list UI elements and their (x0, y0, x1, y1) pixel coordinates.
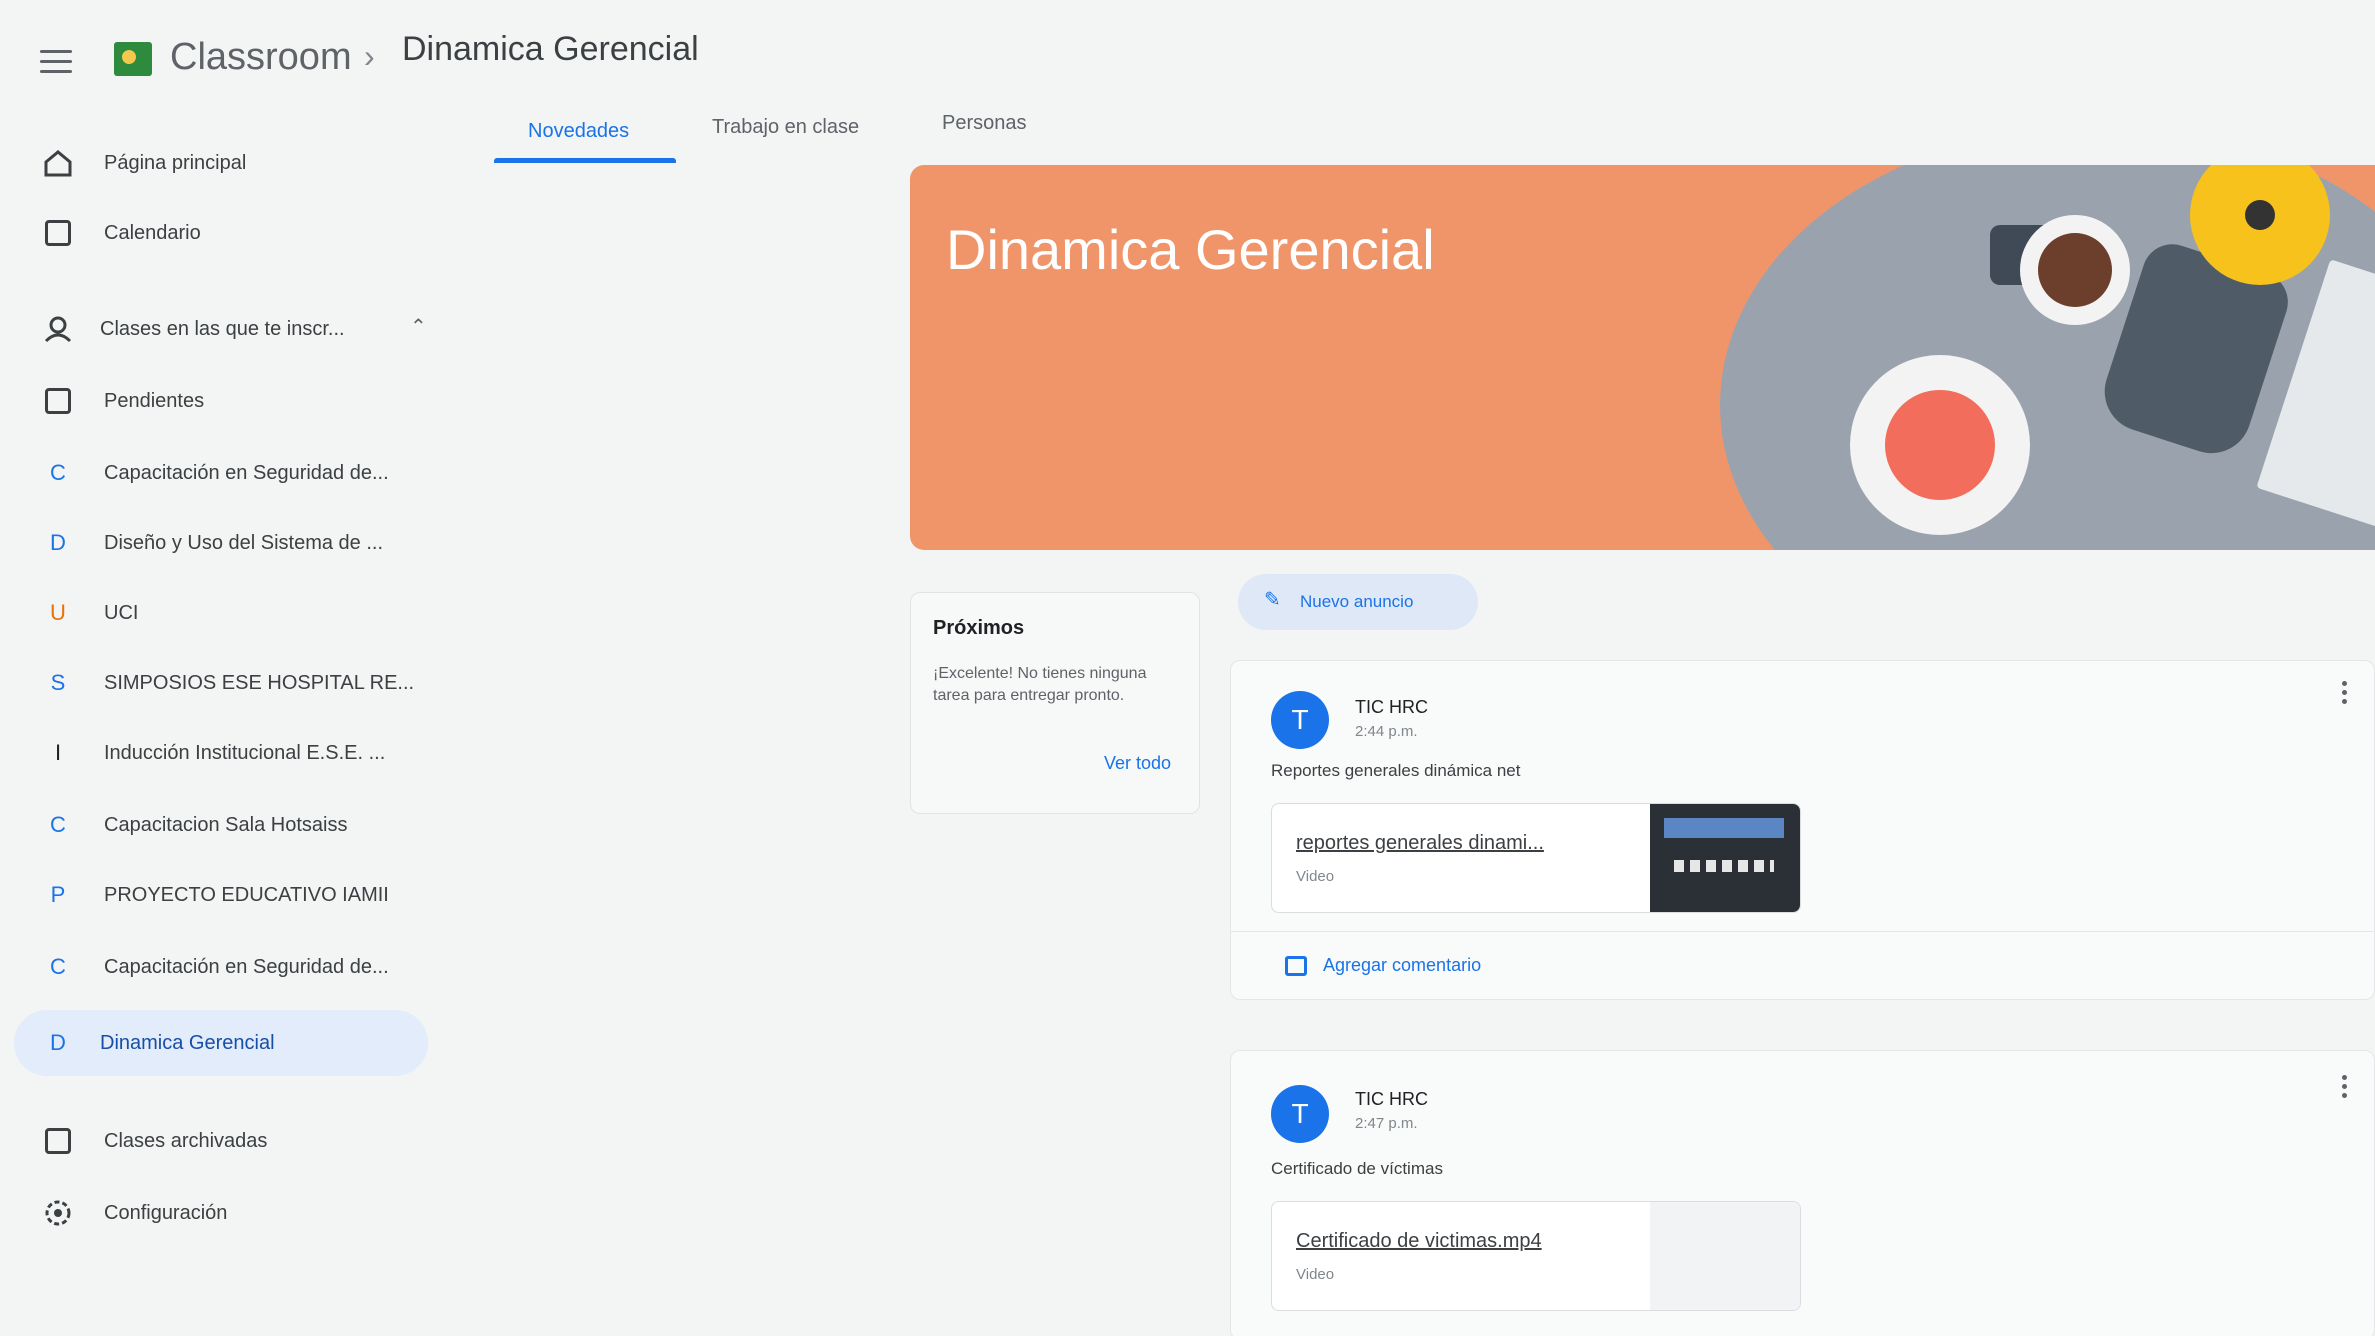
attachment-card[interactable]: Certificado de victimas.mp4 Video (1271, 1201, 1801, 1311)
sidebar-item-archived[interactable]: Clases archivadas (14, 1108, 428, 1174)
sidebar-item-class[interactable]: P PROYECTO EDUCATIVO IAMII (14, 862, 428, 928)
tab-novedades[interactable]: Novedades (528, 120, 629, 143)
sidebar-item-label: Diseño y Uso del Sistema de ... (104, 531, 384, 554)
post-author: TIC HRC (1355, 697, 1428, 717)
breadcrumb-chevron-icon: › (364, 38, 375, 74)
settings-icon (42, 1197, 74, 1229)
post-text: Certificado de víctimas (1271, 1159, 1443, 1178)
sidebar-item-label: Dinamica Gerencial (100, 1031, 275, 1054)
classroom-logo-icon[interactable] (114, 42, 152, 76)
add-comment-button[interactable]: Agregar comentario (1285, 955, 1481, 976)
sidebar-item-dinamica-gerencial[interactable]: D Dinamica Gerencial (14, 1010, 428, 1076)
breadcrumb-class-name: Dinamica Gerencial (402, 30, 699, 68)
attachment-card[interactable]: reportes generales dinami... Video (1271, 803, 1801, 913)
sidebar-item-label: Clases en las que te inscr... (100, 317, 345, 340)
sidebar-item-label: PROYECTO EDUCATIVO IAMII (104, 883, 389, 906)
class-initial-icon: D (50, 1030, 66, 1055)
sidebar-item-class[interactable]: C Capacitación en Seguridad de... (14, 934, 428, 1000)
post-time: 2:47 p.m. (1355, 1115, 1418, 1132)
banner-illustration-cup (1850, 355, 2030, 535)
class-initial-icon: P (50, 882, 66, 907)
sidebar-item-class[interactable]: S SIMPOSIOS ESE HOSPITAL RE... (14, 650, 428, 716)
home-icon (42, 147, 74, 179)
banner-title: Dinamica Gerencial (946, 218, 1435, 281)
sidebar-item-label: Capacitación en Seguridad de... (104, 461, 389, 484)
sidebar-item-label: Pendientes (104, 389, 205, 412)
sidebar-item-label: Clases archivadas (104, 1129, 268, 1152)
todo-icon (42, 385, 74, 417)
view-all-link[interactable]: Ver todo (1104, 753, 1171, 774)
sidebar-item-label: Calendario (104, 221, 201, 244)
pencil-icon: ✎ (1264, 589, 1281, 611)
attachment-thumbnail[interactable] (1650, 1202, 1800, 1310)
avatar[interactable]: T (1271, 1085, 1329, 1143)
class-initial-icon: S (50, 670, 66, 695)
class-initial-icon: C (50, 954, 66, 979)
sidebar-item-class[interactable]: D Diseño y Uso del Sistema de ... (14, 510, 428, 576)
class-banner: Dinamica Gerencial (910, 165, 2375, 550)
sidebar-item-class[interactable]: I Inducción Institucional E.S.E. ... (14, 720, 428, 786)
post-time: 2:44 p.m. (1355, 723, 1418, 740)
sidebar-item-class[interactable]: U UCI (14, 580, 428, 646)
calendar-icon (42, 217, 74, 249)
chevron-up-icon[interactable]: ⌃ (410, 314, 427, 339)
sidebar-item-label: SIMPOSIOS ESE HOSPITAL RE... (104, 671, 415, 694)
more-options-icon[interactable] (2342, 681, 2348, 705)
class-initial-icon: C (50, 812, 66, 837)
post-text: Reportes generales dinámica net (1271, 761, 1521, 780)
app-title[interactable]: Classroom (170, 36, 352, 79)
post-author: TIC HRC (1355, 1089, 1428, 1109)
sidebar-item-class[interactable]: C Capacitacion Sala Hotsaiss (14, 792, 428, 858)
divider (1231, 931, 2374, 932)
add-comment-label: Agregar comentario (1323, 955, 1482, 975)
attachment-name[interactable]: reportes generales dinami... (1296, 832, 1544, 855)
avatar[interactable]: T (1271, 691, 1329, 749)
class-initial-icon: I (54, 740, 62, 765)
sidebar-item-home[interactable]: Página principal (14, 130, 428, 196)
hamburger-menu-icon[interactable] (40, 50, 72, 74)
sidebar-item-pendientes[interactable]: Pendientes (14, 368, 428, 434)
attachment-type: Video (1296, 868, 1335, 885)
new-announcement-button[interactable]: ✎ Nuevo anuncio (1238, 574, 1478, 630)
tab-personas[interactable]: Personas (942, 112, 1027, 135)
sidebar-item-label: UCI (104, 601, 139, 624)
more-options-icon[interactable] (2342, 1075, 2348, 1099)
enrolled-classes-icon (42, 313, 74, 345)
new-announcement-label: Nuevo anuncio (1300, 592, 1414, 611)
announcement-post: T TIC HRC 2:47 p.m. Certificado de vícti… (1230, 1050, 2375, 1336)
upcoming-text: ¡Excelente! No tienes ninguna tarea para… (933, 665, 1147, 704)
top-bar: Classroom › Dinamica Gerencial (0, 0, 2375, 112)
sidebar-item-label: Configuración (104, 1201, 228, 1224)
active-tab-indicator (494, 158, 676, 163)
sidebar-item-enrolled-classes[interactable]: Clases en las que te inscr... ⌃ (14, 296, 428, 362)
sidebar-item-label: Capacitación en Seguridad de... (104, 955, 389, 978)
class-initial-icon: C (50, 460, 66, 485)
sidebar-item-label: Página principal (104, 151, 247, 174)
class-initial-icon: D (50, 530, 66, 555)
sidebar-item-class[interactable]: C Capacitación en Seguridad de... (14, 440, 428, 506)
sidebar-item-calendar[interactable]: Calendario (14, 200, 428, 266)
attachment-name[interactable]: Certificado de victimas.mp4 (1296, 1230, 1542, 1253)
class-initial-icon: U (50, 600, 66, 625)
comment-icon (1285, 955, 1307, 976)
banner-illustration-coffee (2020, 215, 2130, 325)
sidebar-item-settings[interactable]: Configuración (14, 1180, 428, 1246)
announcement-post: T TIC HRC 2:44 p.m. Reportes generales d… (1230, 660, 2375, 1000)
attachment-type: Video (1296, 1266, 1335, 1283)
tab-trabajo-en-clase[interactable]: Trabajo en clase (712, 116, 859, 139)
sidebar-item-label: Capacitacion Sala Hotsaiss (104, 813, 348, 836)
attachment-thumbnail[interactable] (1650, 804, 1800, 912)
upcoming-title: Próximos (933, 617, 1025, 639)
sidebar-item-label: Inducción Institucional E.S.E. ... (104, 741, 386, 764)
upcoming-card: Próximos ¡Excelente! No tienes ninguna t… (910, 592, 1200, 814)
archive-icon (42, 1125, 74, 1157)
